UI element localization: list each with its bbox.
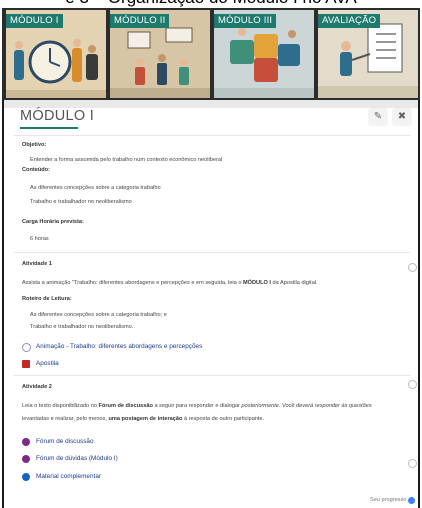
atividade2-title: Atividade 2 [22,384,52,390]
close-button[interactable]: ✖ [392,108,412,126]
conteudo-label: Conteúdo: [22,167,50,173]
module-tabs: MÓDULO I MÓDULO II MÓDULO III AVALIAÇÃO [2,8,420,100]
conteudo-item: As diferentes concepções sobre a categor… [30,185,161,191]
completion-checkbox[interactable] [408,263,417,272]
objetivo-label: Objetivo: [22,142,47,148]
completion-checkbox[interactable] [408,459,417,468]
conteudo-item: Trabalho e trabalhador no neoliberalismo [30,199,132,205]
divider [14,135,410,136]
atividade2-line2: levantadas e realizar, pelo menos, uma p… [22,416,265,422]
tab-avaliacao[interactable]: AVALIAÇÃO [318,10,418,98]
atividade1-title: Atividade 1 [22,261,52,267]
carga-label: Carga Horária prevista: [22,219,84,225]
tab-label: MÓDULO I [6,14,63,28]
header-band [4,100,418,108]
link-forum-duvidas[interactable]: Fórum de dúvidas (Módulo I) [36,455,118,462]
close-icon: ✖ [397,111,407,122]
page-heading: e 3 – Organização do Módulo I no AVA [0,0,422,8]
tab-modulo-2[interactable]: MÓDULO II [110,10,210,98]
roteiro-item: As diferentes concepções sobre a categor… [30,312,167,318]
link-material-complementar[interactable]: Material complementar [36,473,101,480]
tab-label: MÓDULO III [214,14,277,28]
progress-label: Seu progresso [370,497,407,503]
divider [14,375,410,376]
completion-checkbox[interactable] [408,380,417,389]
tab-modulo-1[interactable]: MÓDULO I [6,10,106,98]
forum-icon [22,438,30,446]
atividade2-line1: Leia o texto disponibilizado no Fórum de… [22,403,372,409]
help-icon[interactable] [408,497,415,504]
pdf-icon [22,360,30,368]
link-animacao[interactable]: Animação - Trabalho: diferentes abordage… [36,343,202,350]
edit-button[interactable]: ✎ [368,108,388,126]
title-underline [20,127,78,129]
tab-label: MÓDULO II [110,14,170,28]
pencil-icon: ✎ [373,111,383,122]
tab-label: AVALIAÇÃO [318,14,381,28]
folder-icon [22,473,30,481]
tab-modulo-3[interactable]: MÓDULO III [214,10,314,98]
forum-icon [22,455,30,463]
objetivo-text: Entender a forma assumida pelo trabalho … [30,157,223,163]
roteiro-item: Trabalho e trabalhador no neoliberalismo… [30,324,134,330]
roteiro-label: Roteiro de Leitura: [22,296,72,302]
video-icon [22,343,31,352]
link-forum-discussao[interactable]: Fórum de discussão [36,438,94,445]
divider [14,252,410,253]
module-title: MÓDULO I [20,108,95,124]
link-apostila[interactable]: Apostila [36,360,59,367]
atividade1-instructions: Assista a animação "Trabalho: diferentes… [22,280,318,286]
carga-value: 6 horas [30,236,49,242]
